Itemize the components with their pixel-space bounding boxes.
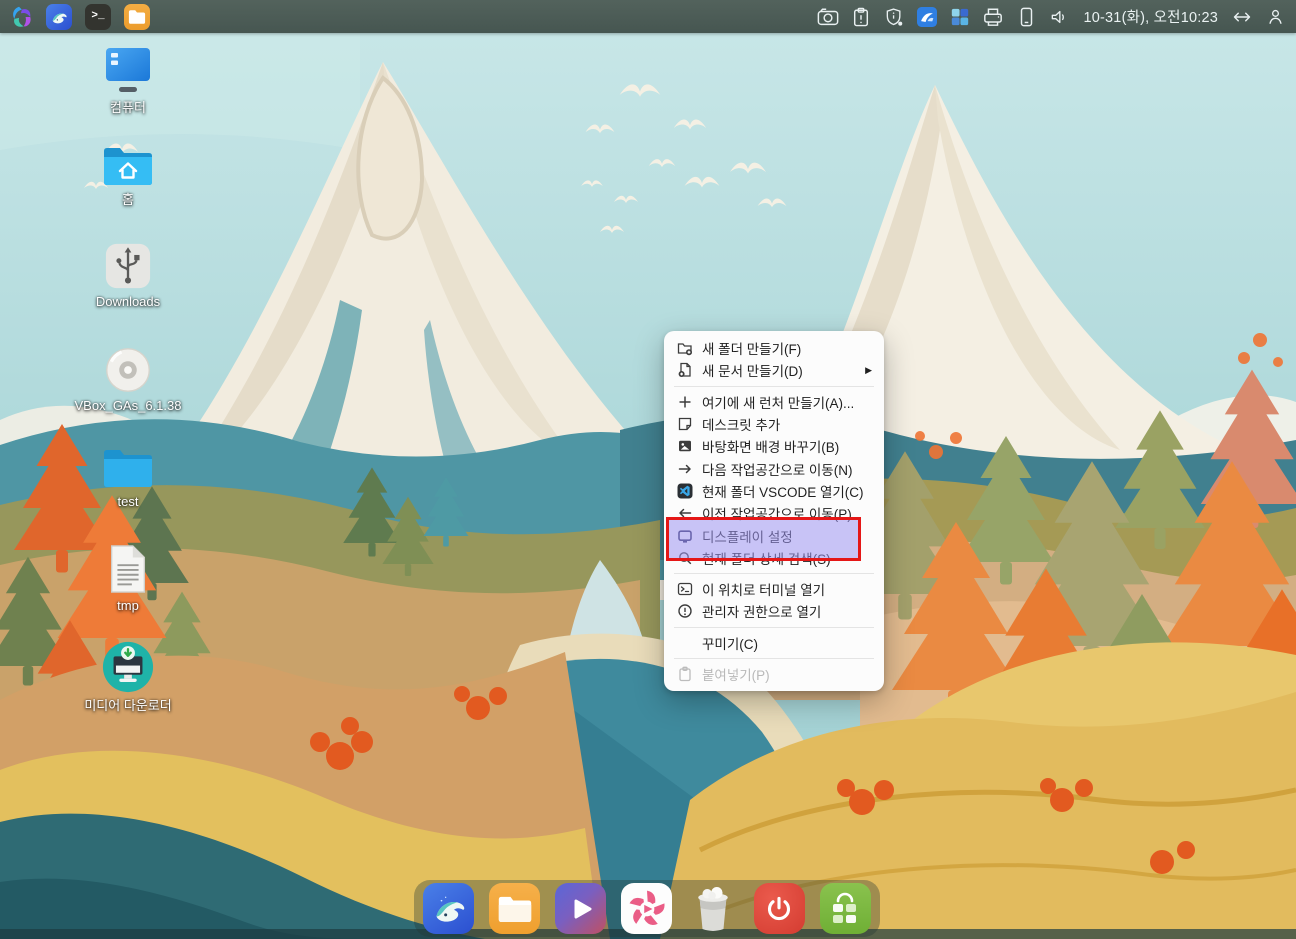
desktop-icon-label: VBox_GAs_6.1.38: [75, 399, 182, 414]
menu-item-open-terminal[interactable]: 이 위치로 터미널 열기: [664, 578, 884, 600]
vscode-icon: [676, 483, 693, 499]
desktop-icon-computer[interactable]: 컴퓨터: [63, 46, 193, 116]
menu-item-paste[interactable]: 붙여넣기(P): [664, 663, 884, 685]
display-monitor-icon: [676, 528, 693, 544]
printer-icon[interactable]: [982, 6, 1004, 28]
menu-separator: [674, 573, 874, 574]
menu-item-new-document[interactable]: 새 문서 만들기(D) ▶: [664, 359, 884, 381]
menu-separator: [674, 386, 874, 387]
top-panel: >_ 10-31(화), 오전10:23: [0, 0, 1296, 33]
computer-icon: [100, 46, 156, 96]
screenshot-camera-icon[interactable]: [817, 6, 839, 28]
dock-media-player-icon[interactable]: [555, 883, 606, 934]
mobile-device-icon[interactable]: [1015, 6, 1037, 28]
desktop-screen: { "taskbar": { "clock": "10-31(화), 오전10:…: [0, 0, 1296, 939]
desktop-icon-tmp[interactable]: tmp: [63, 544, 193, 614]
terminal-icon[interactable]: >_: [85, 4, 111, 30]
wallpaper: [0, 0, 1296, 939]
file-manager-icon[interactable]: [124, 4, 150, 30]
home-folder-icon: [101, 144, 155, 188]
desktop-icon-downloads[interactable]: Downloads: [63, 242, 193, 310]
folder-icon: [101, 446, 155, 490]
cd-disc-icon: [102, 346, 154, 394]
network-arrows-icon[interactable]: [1231, 6, 1253, 28]
dock: [414, 880, 880, 937]
app-grid-icon[interactable]: [949, 6, 971, 28]
antivirus-icon[interactable]: [916, 6, 938, 28]
submenu-arrow-icon: ▶: [865, 365, 872, 376]
menu-item-customize[interactable]: 꾸미기(C): [664, 632, 884, 654]
search-icon: [676, 550, 693, 566]
desktop-icon-home[interactable]: 홈: [63, 144, 193, 208]
plus-icon: [676, 394, 693, 410]
desktop-icon-vbox-disc[interactable]: VBox_GAs_6.1.38: [63, 346, 193, 414]
desktop-icon-label: 미디어 다운로더: [84, 699, 171, 714]
dock-file-manager-icon[interactable]: [489, 883, 540, 934]
user-account-icon[interactable]: [1264, 6, 1286, 28]
media-downloader-icon: [101, 640, 155, 694]
security-shield-icon[interactable]: [883, 6, 905, 28]
menu-item-display-settings[interactable]: 디스플레이 설정: [664, 524, 884, 546]
new-folder-icon: [676, 340, 693, 356]
hamonikr-logo-icon[interactable]: [7, 4, 33, 30]
arrow-left-icon: [676, 505, 693, 521]
menu-separator: [674, 627, 874, 628]
terminal-icon: [676, 581, 693, 597]
dock-software-center-icon[interactable]: [820, 883, 871, 934]
whale-browser-icon[interactable]: [46, 4, 72, 30]
desktop-icon-label: Downloads: [96, 295, 160, 310]
clock[interactable]: 10-31(화), 오전10:23: [1081, 6, 1220, 27]
menu-separator: [674, 658, 874, 659]
paste-clipboard-icon: [676, 666, 693, 682]
desktop-icon-media-downloader[interactable]: 미디어 다운로더: [63, 640, 193, 714]
desktop-icon-label: 홈: [122, 193, 134, 208]
desktop-icon-test[interactable]: test: [63, 446, 193, 510]
menu-item-new-launcher[interactable]: 여기에 새 런처 만들기(A)...: [664, 391, 884, 413]
usb-drive-icon: [103, 242, 153, 290]
desktop-icon-label: tmp: [117, 599, 139, 614]
wallpaper-image-icon: [676, 438, 693, 454]
menu-item-next-workspace[interactable]: 다음 작업공간으로 이동(N): [664, 457, 884, 479]
menu-item-open-as-admin[interactable]: 관리자 권한으로 열기: [664, 600, 884, 622]
document-icon: [106, 544, 150, 594]
menu-item-new-folder[interactable]: 새 폴더 만들기(F): [664, 337, 884, 359]
menu-item-search-folder[interactable]: 현재 폴더 상세 검색(S): [664, 547, 884, 569]
menu-item-prev-workspace[interactable]: 이전 작업공간으로 이동(P): [664, 502, 884, 524]
clipboard-manager-icon[interactable]: [850, 6, 872, 28]
dock-video-app-icon[interactable]: [621, 883, 672, 934]
volume-icon[interactable]: [1048, 6, 1070, 28]
desktop-icon-label: test: [118, 495, 139, 510]
new-document-icon: [676, 362, 693, 378]
desklet-note-icon: [676, 416, 693, 432]
dock-whale-browser-icon[interactable]: [423, 883, 474, 934]
dock-trash-icon[interactable]: [688, 883, 739, 934]
terminal-glyph: >_: [91, 11, 104, 22]
dock-power-icon[interactable]: [754, 883, 805, 934]
admin-warning-icon: [676, 603, 693, 619]
menu-item-open-vscode[interactable]: 현재 폴더 VSCODE 열기(C): [664, 480, 884, 502]
desktop-icon-label: 컴퓨터: [110, 101, 146, 116]
menu-item-change-wallpaper[interactable]: 바탕화면 배경 바꾸기(B): [664, 435, 884, 457]
arrow-right-icon: [676, 461, 693, 477]
desktop-context-menu: 새 폴더 만들기(F) 새 문서 만들기(D) ▶ 여기에 새 런처 만들기(A…: [664, 331, 884, 691]
menu-item-add-desklet[interactable]: 데스크릿 추가: [664, 413, 884, 435]
